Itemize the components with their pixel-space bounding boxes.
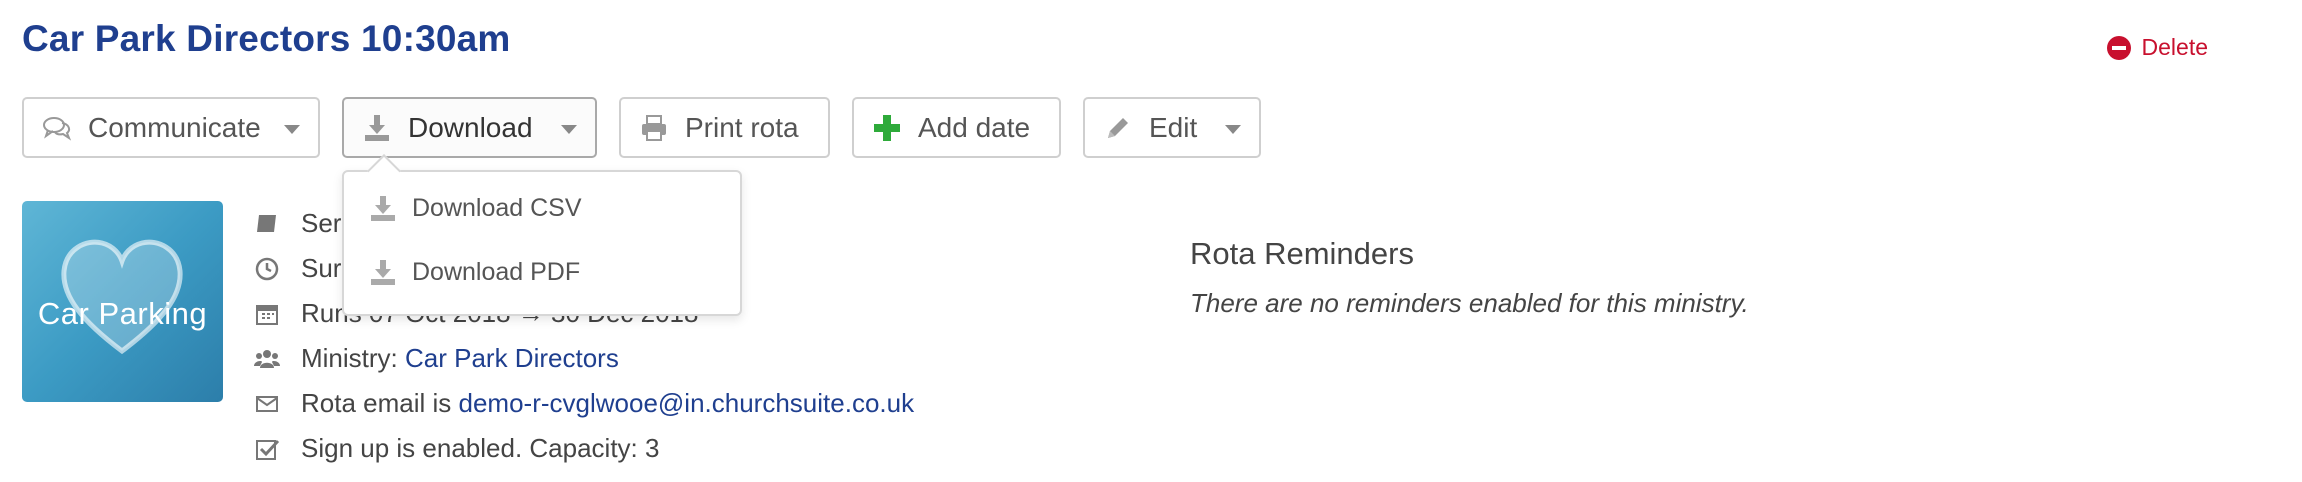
print-rota-label: Print rota: [685, 111, 799, 143]
calendar-icon: [256, 304, 278, 325]
envelope-icon: [256, 395, 278, 412]
email-row: Rota email is demo-r-cvglwooe@in.churchs…: [254, 388, 914, 419]
chevron-down-icon: [1225, 125, 1241, 134]
download-icon: [365, 114, 389, 141]
ministry-link[interactable]: Car Park Directors: [405, 343, 619, 374]
ministry-thumbnail: Car Parking: [22, 201, 223, 402]
plus-icon: [874, 114, 900, 141]
rota-email-link[interactable]: demo-r-cvglwooe@in.churchsuite.co.uk: [459, 388, 915, 419]
time-text: Sur: [301, 253, 342, 283]
signup-row: Sign up is enabled. Capacity: 3: [254, 433, 659, 464]
pencil-icon: [1108, 117, 1128, 138]
rota-reminders: Rota Reminders There are no reminders en…: [1190, 236, 1749, 319]
communicate-button[interactable]: Communicate: [22, 97, 320, 158]
edit-label: Edit: [1149, 111, 1198, 143]
dropdown-arrow: [367, 154, 401, 188]
chevron-down-icon: [561, 125, 577, 134]
comments-icon: [43, 116, 72, 141]
reminders-empty-text: There are no reminders enabled for this …: [1190, 288, 1749, 318]
users-icon: [254, 349, 280, 368]
chevron-down-icon: [284, 125, 300, 134]
add-date-label: Add date: [918, 111, 1031, 143]
communicate-label: Communicate: [88, 111, 261, 143]
download-pdf-item[interactable]: Download PDF: [368, 258, 580, 287]
add-date-button[interactable]: Add date: [852, 97, 1061, 158]
download-pdf-label: Download PDF: [412, 258, 581, 286]
ministry-row: Ministry: Car Park Directors: [254, 343, 619, 374]
thumbnail-label: Car Parking: [37, 296, 208, 331]
check-square-icon: [256, 439, 280, 460]
download-icon: [371, 259, 395, 285]
download-csv-label: Download CSV: [412, 194, 582, 222]
service-text: Ser: [301, 208, 342, 238]
download-csv-item[interactable]: Download CSV: [368, 194, 582, 223]
edit-button[interactable]: Edit: [1083, 97, 1261, 158]
ministry-prefix: Ministry:: [301, 343, 405, 373]
email-prefix: Rota email is: [301, 388, 459, 418]
service-row: Ser: [254, 208, 341, 239]
print-rota-button[interactable]: Print rota: [619, 97, 830, 158]
delete-button[interactable]: Delete: [2106, 34, 2208, 61]
time-row: Sur: [254, 253, 341, 284]
signup-text: Sign up is enabled. Capacity: 3: [301, 433, 660, 463]
download-icon: [371, 195, 395, 221]
delete-label: Delete: [2141, 34, 2208, 60]
download-label: Download: [408, 111, 533, 143]
minus-circle-icon: [2106, 35, 2131, 60]
reminders-heading: Rota Reminders: [1190, 236, 1414, 271]
download-menu: Download CSV Download PDF: [342, 154, 742, 316]
page-title: Car Park Directors 10:30am: [22, 18, 511, 59]
clock-icon: [255, 257, 279, 280]
book-icon: [257, 214, 276, 234]
download-button[interactable]: Download: [342, 97, 597, 158]
print-icon: [642, 114, 666, 141]
